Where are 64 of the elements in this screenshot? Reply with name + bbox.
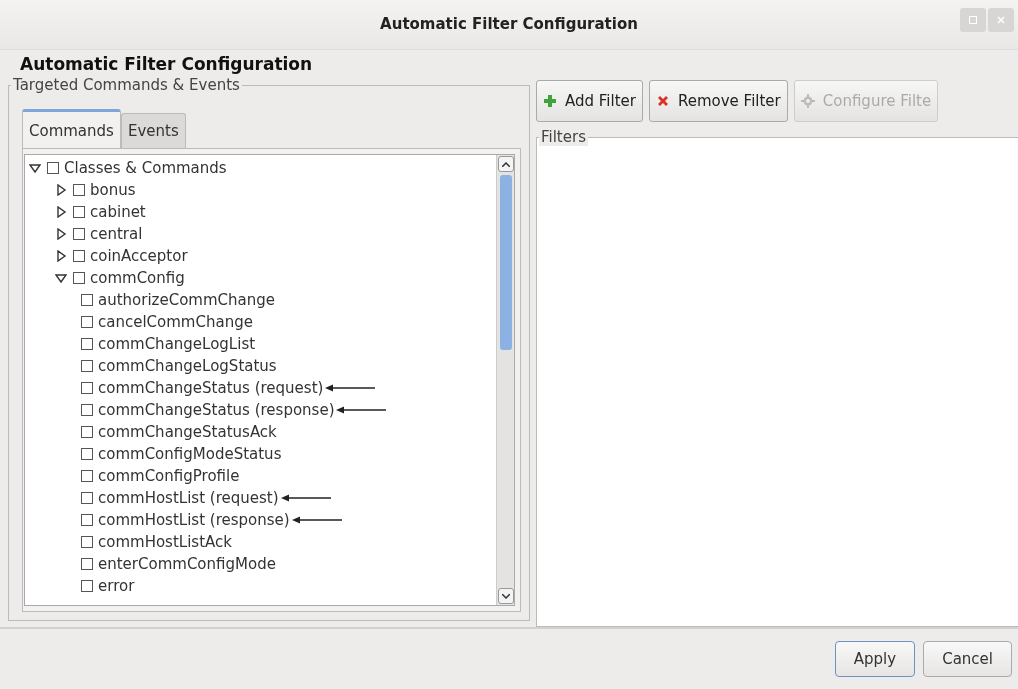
checkbox[interactable] <box>81 470 93 482</box>
tree-item-label[interactable]: Classes & Commands <box>64 156 227 180</box>
checkbox[interactable] <box>81 536 93 548</box>
dialog-heading: Automatic Filter Configuration <box>20 54 313 74</box>
checkbox[interactable] <box>73 184 85 196</box>
tree-item-label[interactable]: commChangeStatusAck <box>98 420 277 444</box>
checkbox[interactable] <box>81 404 93 416</box>
tree-item-label[interactable]: commChangeLogList <box>98 332 256 356</box>
maximize-icon <box>969 16 977 24</box>
window-title: Automatic Filter Configuration <box>380 14 638 36</box>
tree-item-label[interactable]: authorizeCommChange <box>98 288 275 312</box>
tree-item-label[interactable]: commConfig <box>90 266 185 290</box>
checkbox[interactable] <box>81 338 93 350</box>
tree-item-label[interactable]: error <box>98 574 135 598</box>
collapse-triangle-icon[interactable] <box>29 162 41 174</box>
tree-item-label[interactable]: coinAcceptor <box>90 244 188 268</box>
expand-triangle-icon[interactable] <box>55 250 67 262</box>
cancel-button[interactable]: Cancel <box>923 640 1012 678</box>
tree-item-label[interactable]: central <box>90 222 143 246</box>
checkbox[interactable] <box>73 206 85 218</box>
collapse-triangle-icon[interactable] <box>55 272 67 284</box>
scroll-down-icon[interactable] <box>497 588 514 604</box>
checkbox[interactable] <box>81 448 93 460</box>
plus-icon <box>543 94 557 108</box>
checkbox[interactable] <box>81 580 93 592</box>
tree-item-label[interactable]: commConfigProfile <box>98 464 240 488</box>
remove-filter-button[interactable]: Remove Filter <box>648 80 788 122</box>
scroll-thumb[interactable] <box>499 175 512 350</box>
checkbox[interactable] <box>81 492 93 504</box>
expand-triangle-icon[interactable] <box>55 228 67 240</box>
tree-item-label[interactable]: cabinet <box>90 200 146 224</box>
tree-item-label[interactable]: enterCommConfigMode <box>98 552 276 576</box>
checkbox[interactable] <box>81 426 93 438</box>
checkbox[interactable] <box>81 558 93 570</box>
tree-item-label[interactable]: commConfigModeStatus <box>98 442 282 466</box>
gear-icon <box>800 94 815 108</box>
tree-item-label[interactable]: commHostList (response) <box>98 508 290 532</box>
scrollbar[interactable] <box>496 155 514 605</box>
checkbox[interactable] <box>81 360 93 372</box>
scroll-up-icon[interactable] <box>497 156 514 172</box>
checkbox[interactable] <box>73 228 85 240</box>
checkbox[interactable] <box>81 294 93 306</box>
tree-item-label[interactable]: commChangeStatus (response) <box>98 398 335 422</box>
group-legend: Targeted Commands & Events <box>11 76 242 94</box>
tree-item-label[interactable]: commChangeStatus (request) <box>98 376 324 400</box>
checkbox[interactable] <box>73 272 85 284</box>
tree-item-label[interactable]: commChangeLogStatus <box>98 354 277 378</box>
checkbox[interactable] <box>47 162 59 174</box>
tree-item-label[interactable]: cancelCommChange <box>98 310 253 334</box>
tree-item-label[interactable]: bonus <box>90 178 136 202</box>
checkbox[interactable] <box>81 382 93 394</box>
close-icon <box>997 16 1005 24</box>
add-filter-button[interactable]: Add Filter <box>536 80 643 122</box>
group-legend: Filters <box>539 128 588 146</box>
apply-button[interactable]: Apply <box>834 640 916 678</box>
checkbox[interactable] <box>81 514 93 526</box>
tab[interactable]: Events <box>120 112 186 148</box>
tab[interactable]: Commands <box>22 108 121 148</box>
checkbox[interactable] <box>73 250 85 262</box>
expand-triangle-icon[interactable] <box>55 184 67 196</box>
expand-triangle-icon[interactable] <box>55 206 67 218</box>
tree-item-label[interactable]: commHostListAck <box>98 530 232 554</box>
checkbox[interactable] <box>81 316 93 328</box>
tree-item-label[interactable]: commHostList (request) <box>98 486 279 510</box>
